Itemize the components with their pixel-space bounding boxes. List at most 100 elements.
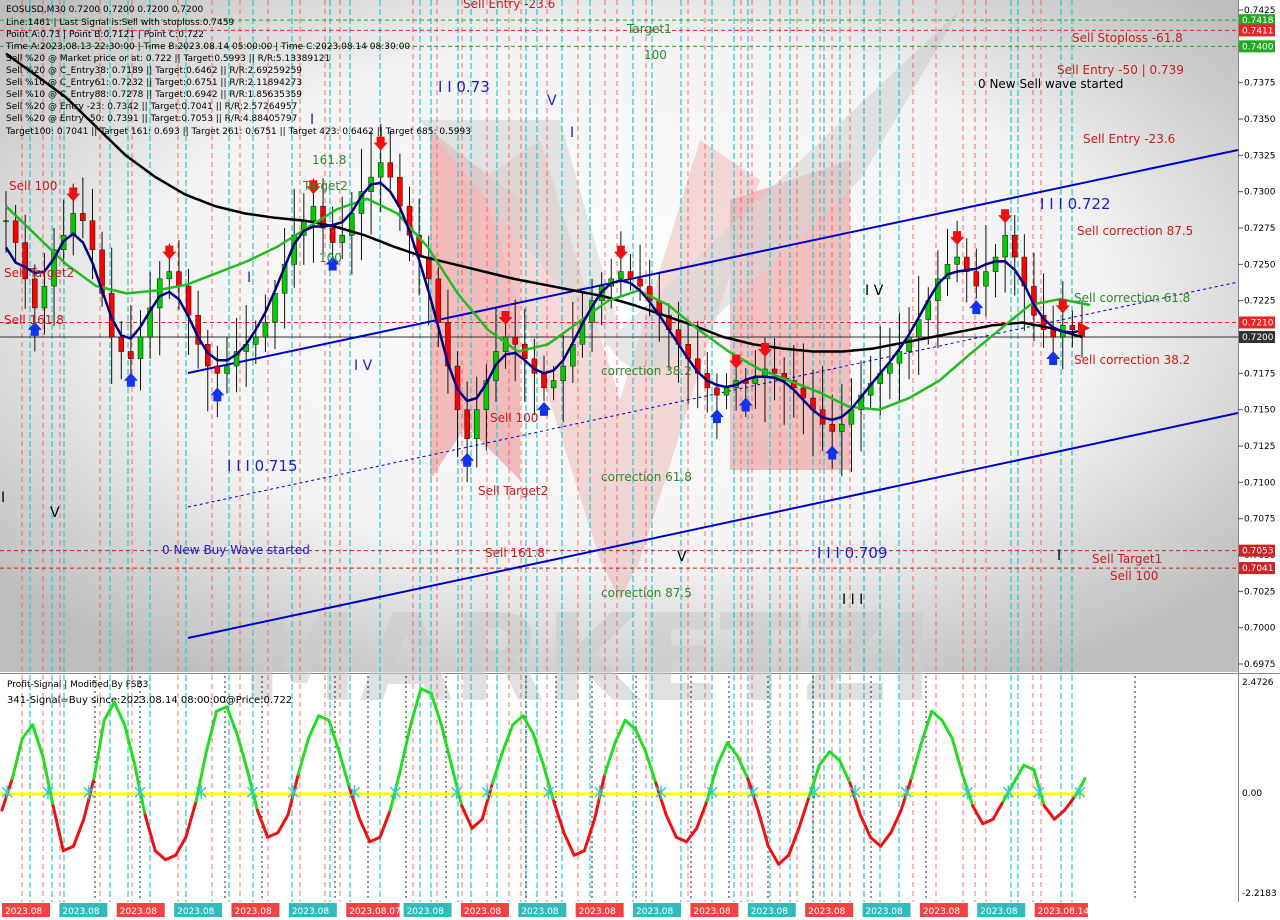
time-label: 2023.08 xyxy=(292,907,329,917)
indicator-tick-label: 2.4726 xyxy=(1242,678,1274,688)
label-wave-III: I I I xyxy=(842,592,863,608)
candle-body xyxy=(541,373,547,389)
indicator-tick-label: 0.00 xyxy=(1242,789,1262,799)
candle-body xyxy=(474,409,480,439)
info-line: Time A:2023.08.13 22:30:00 | Time B:2023… xyxy=(5,42,410,52)
info-line: Sell %20 @ C_Entry38: 0.7189 || Target:0… xyxy=(6,66,302,76)
label-sell-entry-236: Sell Entry -23.6 xyxy=(1083,132,1175,146)
candle-body xyxy=(272,293,278,323)
candle-body xyxy=(12,220,19,243)
time-label: 2023.08 xyxy=(693,907,730,917)
candle-body xyxy=(637,278,643,287)
y-tick-label: 0.7000 xyxy=(1244,624,1276,634)
candle-body xyxy=(166,271,173,280)
label-sell-stoploss: Sell Stoploss -61.8 xyxy=(1072,31,1183,45)
time-label: 2023.08 xyxy=(636,907,673,917)
candle-body xyxy=(829,423,835,432)
candle-body xyxy=(723,387,730,396)
y-tick-label: 0.7275 xyxy=(1244,224,1276,234)
y-tick-label: 0.7325 xyxy=(1244,151,1276,161)
candle-body xyxy=(1002,235,1008,258)
time-label: 2023.08 xyxy=(751,907,788,917)
y-tick-label: 0.6975 xyxy=(1244,660,1276,670)
info-line: Point A:0.73 | Point B:0.7121 | Point C:… xyxy=(6,30,204,40)
candle-body xyxy=(550,380,557,389)
time-label: 2023.08.07 xyxy=(349,907,401,917)
candle-body xyxy=(329,227,336,243)
time-label: 2023.08 xyxy=(464,907,501,917)
time-label: 2023.08.14 08:00 xyxy=(1038,907,1119,917)
candle-body xyxy=(80,213,86,221)
y-tick-label: 0.7250 xyxy=(1244,260,1276,270)
info-line: Sell %10 @ C_Entry88: 0.7278 || Target:0… xyxy=(6,90,302,100)
time-label: 2023.08 xyxy=(980,907,1017,917)
time-label: 2023.08 xyxy=(234,907,271,917)
price-level-label: 0.7210 xyxy=(1242,318,1274,328)
label-wave-V-low: V xyxy=(677,549,687,565)
label-sell-target2-mid: Sell Target2 xyxy=(478,484,548,498)
candle-body xyxy=(771,368,778,374)
candle-body xyxy=(512,336,518,345)
time-label: 2023.08 xyxy=(923,907,960,917)
y-tick-label: 0.7225 xyxy=(1244,297,1276,307)
y-tick-label: 0.7075 xyxy=(1244,515,1276,525)
label-wave-I-left: I xyxy=(247,270,251,286)
candle-body xyxy=(339,235,345,243)
time-label: 2023.08 xyxy=(120,907,157,917)
candle-body xyxy=(377,162,384,178)
label-new-buy-wave: 0 New Buy Wave started xyxy=(162,543,310,557)
label-target1: Target1 xyxy=(626,22,672,36)
label-sell-target2-left: Sell Target2 xyxy=(4,266,74,280)
time-label: 2023.08 xyxy=(521,907,558,917)
info-line: Sell %10 @ C_Entry61: 0.7232 || Target:0… xyxy=(6,78,302,88)
candle-body xyxy=(224,365,230,374)
candle-body xyxy=(425,256,432,280)
price-level-label: 0.7200 xyxy=(1242,333,1274,343)
label-sell-entry-50: Sell Entry -50 | 0.739 xyxy=(1057,63,1184,77)
label-wave-I-top: I xyxy=(570,125,574,141)
label-wave-IV-right: I V xyxy=(865,283,884,299)
label-sell-entry-top: Sell Entry -23.6 xyxy=(463,0,555,11)
info-line: Sell %20 @ Entry -23: 0.7342 || Target:0… xyxy=(6,102,297,112)
candle-body xyxy=(118,336,125,352)
price-level-label: 0.7041 xyxy=(1242,564,1274,574)
y-tick-label: 0.7100 xyxy=(1244,478,1276,488)
indicator-title: Profit-Signal | Modified By FSB3 xyxy=(7,680,148,690)
label-target2: Target2 xyxy=(302,179,348,193)
candle-body xyxy=(464,409,470,439)
candle-body xyxy=(1050,329,1056,338)
label-sell-corr-618: Sell correction 61.8 xyxy=(1074,291,1190,305)
candle-body xyxy=(214,365,221,374)
indicator-signal: 341-Signal=Buy since:2023.08.14 08:00:00… xyxy=(7,695,292,706)
y-tick-label: 0.7375 xyxy=(1244,79,1276,89)
indicator-tick-label: -2.2183 xyxy=(1242,889,1277,899)
label-wave-0709: I I I 0.709 xyxy=(817,544,888,562)
label-sell-161-mid: Sell 161.8 xyxy=(485,546,545,560)
time-label: 2023.08 xyxy=(407,907,444,917)
candle-body xyxy=(954,256,960,265)
candle-body xyxy=(714,387,720,396)
price-level-label: 0.7400 xyxy=(1242,42,1274,52)
candle-body xyxy=(387,162,394,178)
y-tick-label: 0.7300 xyxy=(1244,188,1276,198)
candle-body xyxy=(89,220,96,251)
info-line: Sell %20 @ Market price or at: 0.722 || … xyxy=(6,54,330,64)
label-corr-382: correction 38.2 xyxy=(601,364,692,378)
candle-body xyxy=(262,322,269,338)
candle-body xyxy=(627,271,634,280)
candle-body xyxy=(992,256,999,272)
label-wave-I-edge: I xyxy=(1,490,5,506)
candle-body xyxy=(70,213,76,236)
candle-body xyxy=(560,365,566,381)
label-sell-100-mid: Sell 100 xyxy=(490,411,538,425)
y-tick-label: 0.7150 xyxy=(1244,406,1276,416)
label-wave-IV-left: I V xyxy=(354,358,373,374)
info-line: Line:1461 | Last Signal is:Sell with sto… xyxy=(6,18,234,28)
axis-bg xyxy=(1238,0,1280,920)
info-line: Target100: 0.7041 || Target 161: 0.693 |… xyxy=(5,127,471,137)
label-100: 100 xyxy=(644,48,667,62)
candle-body xyxy=(32,278,38,309)
label-sell-corr-875: Sell correction 87.5 xyxy=(1077,224,1193,238)
y-tick-label: 0.7025 xyxy=(1244,587,1276,597)
label-sell-100-right: Sell 100 xyxy=(1110,569,1158,583)
